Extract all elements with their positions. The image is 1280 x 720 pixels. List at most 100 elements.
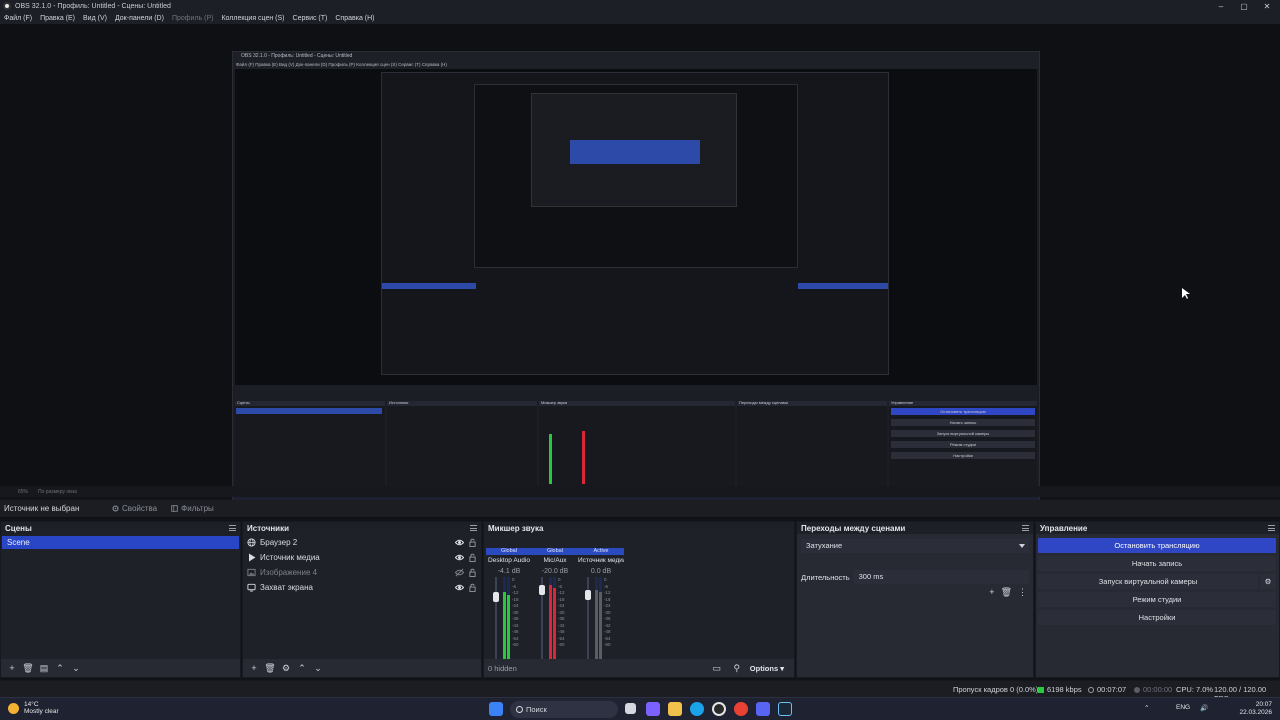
nested-dock-sources: Источники [387,400,537,497]
nested-stop-btn [798,283,888,289]
trash-icon[interactable]: 🗑 [1001,587,1012,598]
nested-scene-sel [382,283,476,289]
filters-button[interactable]: Фильтры [171,504,214,513]
controls-dock-title: Управление [1040,523,1088,533]
weather-widget[interactable]: 14°C Mostly clear [8,701,59,715]
virtual-camera-settings-gear-icon[interactable]: ⚙ [1260,574,1276,589]
level-meter [595,577,598,661]
duration-input[interactable]: 300 ms [853,570,1029,584]
menu-file[interactable]: Файл (F) [4,15,32,22]
preview-canvas[interactable]: OBS 32.1.0 - Профиль: Untitled - Сцены: … [0,24,1280,507]
dock-menu-icon[interactable] [229,525,236,531]
settings-button[interactable]: Настройки [1038,610,1276,625]
add-scene-button[interactable]: + [5,663,19,673]
edge-icon[interactable] [690,702,704,716]
transition-select[interactable]: Затухание [801,539,1029,553]
volume-icon[interactable]: 🔊 [1200,704,1208,712]
eye-hidden-icon[interactable] [455,568,464,577]
task-view-icon[interactable] [625,703,636,714]
close-button[interactable]: ✕ [1254,0,1280,12]
more-icon[interactable]: ⋮ [1018,587,1027,598]
add-source-button[interactable]: + [247,663,261,673]
title-bar: OBS 32.1.0 - Профиль: Untitled - Сцены: … [0,0,1280,12]
nested-inner-deep [531,93,737,207]
db-scale-tick: -12 [558,590,565,595]
move-up-icon[interactable]: ⌃ [295,663,309,674]
start-virtual-camera-button[interactable]: Запуск виртуальной камеры [1038,574,1258,589]
menu-edit[interactable]: Правка (E) [40,15,75,22]
obs-logo-icon [3,2,11,10]
channel-name-dropdown[interactable]: Источник медиа [578,556,624,566]
windows-start-icon[interactable] [489,702,503,716]
menu-view[interactable]: Вид (V) [83,15,107,22]
stream-time: 00:07:07 [1088,685,1126,694]
chrome-icon[interactable] [734,702,748,716]
layout-icon[interactable]: ▭ [710,663,724,674]
tray-chevron-icon[interactable]: ⌃ [1144,704,1149,712]
menu-tools[interactable]: Сервис (T) [293,15,328,22]
steam-icon[interactable] [778,702,792,716]
menu-docks[interactable]: Док-панели (D) [115,15,164,22]
menu-help[interactable]: Справка (H) [335,15,374,22]
dock-menu-icon[interactable] [1022,525,1029,531]
scene-filters-icon[interactable]: ▤ [37,663,51,674]
volume-fader-knob[interactable] [539,585,545,596]
move-down-icon[interactable]: ⌄ [311,663,325,674]
link-icon[interactable]: ⚲ [730,663,744,674]
stream-icon [1088,686,1094,693]
move-down-icon[interactable]: ⌄ [69,663,83,674]
channel-name-dropdown[interactable]: Desktop Audio [486,556,532,566]
obs-icon[interactable] [712,702,726,716]
lock-icon[interactable] [469,583,476,592]
eye-icon[interactable] [455,538,464,547]
dock-menu-icon[interactable] [1268,525,1275,531]
add-transition-button[interactable]: + [989,587,994,598]
lock-icon[interactable] [469,568,476,577]
source-row-screen-capture[interactable]: Захват экрана [243,580,481,595]
copilot-icon[interactable] [646,702,660,716]
mixer-options-button[interactable]: Options ▾ [750,664,784,673]
channel-name-dropdown[interactable]: Mic/Aux [532,556,578,566]
zoom-fit-button[interactable]: По размеру окна [38,489,77,495]
lock-icon[interactable] [469,553,476,562]
db-scale-tick: -60 [558,642,565,647]
source-row-browser[interactable]: Браузер 2 [243,535,481,550]
menu-profile[interactable]: Профиль (P) [172,15,214,22]
menu-scene-collection[interactable]: Коллекция сцен (S) [221,15,284,22]
nested-dock-transitions-label: Переходы между сценами [739,400,788,405]
trash-icon[interactable]: 🗑 [263,663,277,674]
gear-icon[interactable]: ⚙ [279,663,293,674]
windows-taskbar: 14°C Mostly clear Поиск ⌃ ENG 🔊 20:07 22.0… [0,697,1280,720]
source-row-image[interactable]: Изображение 4 [243,565,481,580]
eye-icon[interactable] [455,583,464,592]
taskbar-search[interactable]: Поиск [510,701,618,718]
stop-streaming-button[interactable]: Остановить трансляцию [1038,538,1276,553]
clock[interactable]: 20:07 22.03.2026 [1239,701,1272,717]
language-indicator[interactable]: ENG [1176,704,1190,711]
bitrate: 6198 kbps [1038,685,1082,694]
zoom-level[interactable]: 65% [18,489,28,495]
lock-icon[interactable] [469,538,476,547]
studio-mode-button[interactable]: Режим студии [1038,592,1276,607]
volume-fader-knob[interactable] [493,592,499,603]
mixer-channel: Active Источник медиа 0.0 dB 0 -6 -12 -18 -24 -3… [578,548,624,675]
db-scale-tick: -36 [604,616,611,621]
eye-icon[interactable] [455,553,464,562]
trash-icon[interactable]: 🗑 [21,663,35,674]
source-label: Источник медиа [260,553,320,562]
mixer-body: Global Desktop Audio -4.1 dB 0 -6 -12 -18 -24 -3… [484,534,794,673]
properties-button[interactable]: Свойства [112,504,157,513]
stream-time-value: 00:07:07 [1097,685,1127,694]
volume-fader-knob[interactable] [585,589,591,600]
move-up-icon[interactable]: ⌃ [53,663,67,674]
source-row-media[interactable]: Источник медиа [243,550,481,565]
fader-track[interactable] [495,577,497,661]
discord-icon[interactable] [756,702,770,716]
file-explorer-icon[interactable] [668,702,682,716]
scenes-dock: Сцены Scene + 🗑 ▤ ⌃ ⌄ [0,521,241,678]
window-title: OBS 32.1.0 - Профиль: Untitled - Сцены: … [15,2,171,10]
scene-item[interactable]: Scene [2,536,239,549]
signal-icon [1038,686,1044,693]
start-recording-button[interactable]: Начать запись [1038,556,1276,571]
dock-menu-icon[interactable] [470,525,477,531]
